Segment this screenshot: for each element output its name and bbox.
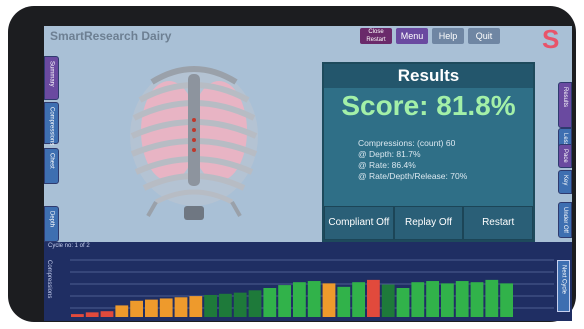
results-title: Results: [324, 64, 533, 88]
next-cycle-button[interactable]: Next Cycle: [557, 260, 570, 312]
chart-bar: [248, 290, 262, 317]
replay-off-button[interactable]: Replay Off: [393, 206, 464, 240]
chart-bar: [115, 305, 129, 317]
chart-bar: [130, 300, 143, 317]
chart-bar: [189, 296, 203, 317]
results-panel: Results Score: 81.8% Compressions: (coun…: [322, 62, 535, 242]
next-cycle-label: Next Cycle: [560, 265, 567, 295]
chart-bar: [145, 299, 158, 317]
chart-bar: [293, 282, 306, 317]
results-stats: Compressions: (count) 60 @ Depth: 81.7% …: [358, 138, 533, 182]
chart-bar: [455, 281, 469, 317]
app-screen: SmartResearch Dairy Close Restart Menu H…: [44, 26, 572, 321]
restart-button[interactable]: Restart: [463, 206, 534, 240]
stat-compressions: Compressions: (count) 60: [358, 138, 456, 148]
chart-bar: [263, 288, 277, 317]
chart-bar: [322, 283, 336, 317]
chart-bar: [337, 286, 351, 317]
chart-bar: [470, 282, 484, 317]
chart-bar: [352, 282, 365, 317]
chart-plot: [70, 259, 554, 317]
chart-bar: [85, 312, 99, 317]
compression-chart: Cycle no: 1 of 2 Compressions Next Cycle: [44, 242, 572, 321]
chart-bar: [411, 282, 425, 317]
results-buttons: Compliant Off Replay Off Restart: [324, 206, 534, 240]
chart-bar: [219, 293, 232, 317]
score-value: Score: 81.8%: [341, 90, 516, 121]
chart-bar: [426, 281, 439, 317]
chart-bar: [278, 285, 291, 317]
chart-bar: [396, 288, 410, 317]
stat-rate: @ Rate: 86.4%: [358, 160, 416, 170]
chart-bar: [71, 314, 84, 317]
chart-bar: [441, 283, 454, 317]
chart-bar: [174, 297, 188, 317]
tablet-frame: SmartResearch Dairy Close Restart Menu H…: [8, 6, 576, 322]
chart-bar: [100, 311, 114, 317]
chart-bar: [485, 279, 499, 317]
compliant-off-button[interactable]: Compliant Off: [324, 206, 394, 240]
stat-rate-depth-release: @ Rate/Depth/Release: 70%: [358, 171, 468, 181]
chart-bar: [307, 281, 321, 317]
chart-bar: [367, 279, 380, 317]
chart-bar: [381, 284, 395, 317]
chart-bar: [233, 292, 247, 317]
chart-bar: [159, 298, 173, 317]
chart-bar: [204, 294, 217, 317]
chart-bar: [500, 283, 513, 317]
ribcage-icon: [130, 66, 258, 220]
stat-depth: @ Depth: 81.7%: [358, 149, 421, 159]
